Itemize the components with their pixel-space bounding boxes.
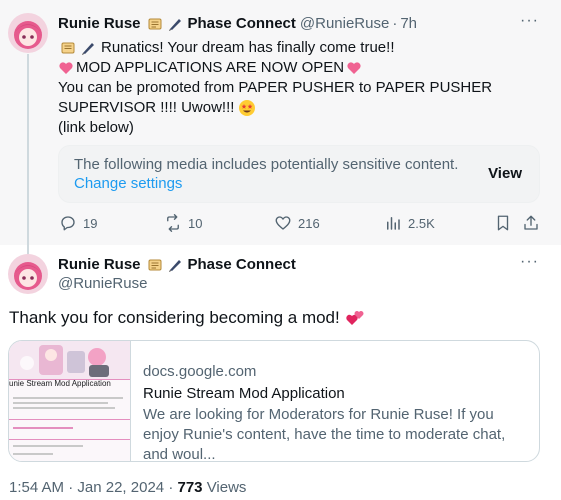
avatar[interactable] [8, 13, 48, 53]
view-count: 2.5K [408, 215, 435, 231]
like-count: 216 [298, 215, 320, 231]
card-domain: docs.google.com [143, 363, 257, 380]
card-title: Runie Stream Mod Application [143, 385, 345, 402]
thumbnail-banner [9, 341, 130, 379]
scroll-icon [147, 257, 163, 273]
bookmark-button[interactable] [494, 214, 518, 232]
thumbnail-divider [9, 439, 130, 440]
anime-avatar-icon [8, 13, 48, 53]
thumbnail-text-line [13, 407, 115, 409]
share-icon [524, 215, 538, 230]
heart-icon [275, 216, 291, 230]
pink-heart-icon [58, 60, 74, 76]
tweet-header: Runie Ruse Phase Connect [58, 256, 296, 273]
like-button[interactable]: 216 [274, 214, 320, 232]
repost-count: 10 [188, 215, 203, 231]
link-preview-card[interactable]: unie Stream Mod Application docs.google.… [8, 340, 540, 462]
scroll-icon [60, 40, 76, 56]
thumbnail-divider [9, 419, 130, 420]
affiliation-label: Phase Connect [187, 15, 296, 32]
author-name[interactable]: Runie Ruse [58, 256, 141, 273]
more-options-icon[interactable]: ··· [520, 12, 539, 30]
thumbnail-form-title: unie Stream Mod Application [9, 379, 111, 388]
avatar[interactable] [8, 254, 48, 294]
pink-heart-icon [346, 60, 362, 76]
tweet-meta: 1:54 AM · Jan 22, 2024 · 773 Views [9, 479, 246, 496]
dot-separator: · [68, 479, 74, 496]
tweet-time[interactable]: 7h [400, 15, 417, 32]
bookmark-icon [497, 215, 509, 231]
author-handle[interactable]: @RunieRuse [300, 15, 389, 32]
share-button[interactable] [522, 214, 546, 232]
reply-button[interactable]: 19 [59, 214, 97, 232]
tweet-date[interactable]: Jan 22, 2024 [77, 479, 164, 496]
thumbnail-text-line [13, 445, 83, 447]
tweet-line: (link below) [58, 119, 134, 136]
tweet-line: You can be promoted from PAPER PUSHER to… [58, 79, 493, 96]
dot-separator: · [168, 479, 174, 496]
tweet-text: Runatics! Your dream has finally come tr… [58, 38, 538, 138]
reply-count: 19 [83, 215, 98, 231]
sensitive-content-notice: The following media includes potentially… [58, 145, 540, 203]
card-thumbnail: unie Stream Mod Application [9, 341, 131, 461]
quill-pen-icon [167, 257, 183, 273]
thumbnail-text-line [13, 453, 53, 455]
analytics-icon [387, 217, 400, 230]
card-description: We are looking for Moderators for Runie … [143, 406, 506, 462]
thumbnail-text-line [13, 402, 108, 404]
author-name[interactable]: Runie Ruse [58, 15, 141, 32]
tweet-header: Runie Ruse Phase Connect @RunieRuse · 7h [58, 15, 417, 32]
tweet-line: Thank you for considering becoming a mod… [9, 308, 340, 327]
views-label: Views [206, 479, 247, 496]
author-handle[interactable]: @RunieRuse [58, 275, 147, 292]
quill-pen-icon [167, 16, 183, 32]
star-struck-icon [238, 99, 256, 117]
tweet-line: SUPERVISOR !!!! Uwow!!! [58, 99, 235, 116]
scroll-icon [147, 16, 163, 32]
view-count: 773 [177, 479, 203, 496]
quill-pen-icon [80, 40, 96, 56]
view-button[interactable]: View [488, 165, 522, 182]
sensitive-notice-text: The following media includes potentially… [74, 156, 459, 173]
tweet-timestamp[interactable]: 1:54 AM [9, 479, 64, 496]
two-hearts-icon [345, 308, 365, 328]
tweet-line: MOD APPLICATIONS ARE NOW OPEN [76, 59, 345, 76]
tweet-text: Thank you for considering becoming a mod… [9, 308, 367, 328]
parent-tweet[interactable]: Runie Ruse Phase Connect @RunieRuse · 7h… [0, 0, 561, 255]
repost-icon [167, 214, 179, 232]
thumbnail-text-line [13, 427, 73, 429]
repost-button[interactable]: 10 [164, 214, 202, 232]
more-options-icon[interactable]: ··· [520, 253, 539, 271]
reply-icon [61, 216, 75, 231]
thumbnail-text-line [13, 397, 123, 399]
action-bar: 19 10 216 2.5K [0, 214, 561, 234]
views-button[interactable]: 2.5K [384, 214, 435, 232]
dot-separator: · [392, 15, 398, 32]
tweet-line: Runatics! Your dream has finally come tr… [101, 39, 395, 56]
change-settings-link[interactable]: Change settings [74, 175, 182, 192]
affiliation-label: Phase Connect [187, 256, 296, 273]
anime-avatar-icon [8, 254, 48, 294]
